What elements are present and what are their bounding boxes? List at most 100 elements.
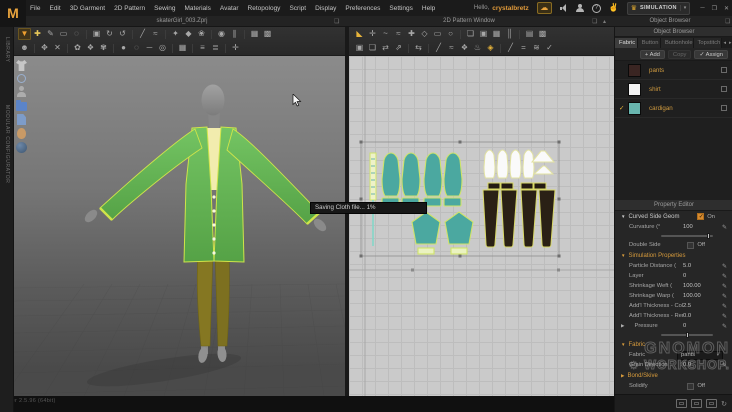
shirt-pieces[interactable] — [483, 149, 556, 179]
edit-sewing-tool-icon[interactable]: ╱ — [136, 28, 149, 40]
wind-tool-icon[interactable]: ❀ — [195, 28, 208, 40]
minimize-button[interactable]: ─ — [700, 5, 704, 12]
box-select-tool-icon[interactable]: ▭ — [57, 28, 70, 40]
property-value[interactable]: 5.0 — [683, 263, 717, 269]
menu-settings[interactable]: Settings — [389, 5, 413, 12]
expand-arrow-icon[interactable]: ▼ — [621, 342, 625, 347]
chevron-down-icon[interactable]: ▾ — [679, 5, 686, 11]
flatten-tool-icon[interactable]: ✾ — [97, 42, 110, 54]
avatar-icon[interactable] — [16, 86, 27, 97]
add-button[interactable]: + Add — [639, 49, 665, 59]
transform-pattern-tool-icon[interactable]: ◣ — [353, 28, 366, 40]
unfold-tool-icon[interactable]: ⇗ — [392, 42, 405, 54]
move-pattern-tool-icon[interactable]: ▣ — [90, 28, 103, 40]
pants-3d[interactable] — [196, 251, 230, 347]
spot-view-tool-icon[interactable]: ◎ — [156, 42, 169, 54]
ruler-b-tool-icon[interactable]: ≣ — [209, 42, 222, 54]
popout-icon[interactable]: ❏ — [725, 18, 730, 25]
property-section-fabric[interactable]: ▼ Fabric — [615, 339, 732, 350]
edit-pencil-icon[interactable]: ✎ — [717, 273, 727, 280]
search-icon[interactable] — [17, 74, 26, 83]
edit-pencil-icon[interactable]: ✎ — [717, 224, 727, 231]
checkbox[interactable] — [687, 382, 695, 390]
steam-tool-icon[interactable]: ♨ — [471, 42, 484, 54]
garment-icon[interactable] — [16, 60, 27, 71]
expand-arrow-icon[interactable]: ▼ — [621, 253, 625, 258]
select-move-tool-icon[interactable]: ✚ — [31, 28, 44, 40]
tab-modular-configurator[interactable]: MODULAR CONFIGURATOR — [4, 105, 10, 183]
tab-library[interactable]: LIBRARY — [4, 37, 10, 63]
menu-materials[interactable]: Materials — [185, 5, 211, 12]
fabric-swatch[interactable] — [628, 63, 641, 77]
circle-tool-icon[interactable]: ○ — [444, 28, 457, 40]
edit-curve-tool-icon[interactable]: ~ — [379, 28, 392, 40]
property-value[interactable]: 0 — [683, 273, 717, 279]
edit-pattern-tool-icon[interactable]: ✛ — [366, 28, 379, 40]
tab-button[interactable]: Button — [637, 38, 661, 48]
copy-pattern-tool-icon[interactable]: ❏ — [366, 42, 379, 54]
render-state-icon[interactable] — [721, 105, 727, 111]
property-value[interactable]: 100.00 — [683, 283, 717, 289]
add-point-tool-icon[interactable]: ✚ — [405, 28, 418, 40]
slider-knob[interactable] — [706, 233, 710, 239]
edit-sewing-2d-tool-icon[interactable]: ╱ — [432, 42, 445, 54]
solid-view-tool-icon[interactable]: ● — [117, 42, 130, 54]
viewport-3d[interactable] — [14, 56, 345, 396]
document-icon[interactable] — [17, 114, 26, 125]
fabric-dropdown[interactable]: pants ▾ — [677, 350, 723, 360]
edit-pencil-icon[interactable]: ✎ — [717, 323, 727, 330]
grid-b-tool-icon[interactable]: ▩ — [536, 28, 549, 40]
fabric-swatch[interactable] — [628, 101, 641, 115]
image-tool-icon[interactable]: ▦ — [490, 28, 503, 40]
tab-buttonhole[interactable]: Buttonhole — [660, 38, 694, 48]
fold-tool-icon[interactable]: ◆ — [182, 28, 195, 40]
property-value[interactable]: 0 — [683, 323, 717, 329]
menu-display[interactable]: Display — [315, 5, 336, 12]
flip-tool-icon[interactable]: ⇆ — [412, 42, 425, 54]
select-mesh-tool-icon[interactable]: ✎ — [44, 28, 57, 40]
rectangle-tool-icon[interactable]: ▭ — [431, 28, 444, 40]
cabinet-tool-icon[interactable]: ▦ — [176, 42, 189, 54]
cloud-sync-icon[interactable]: ☁ — [536, 2, 552, 14]
grid-a-tool-icon[interactable]: ▤ — [523, 28, 536, 40]
checkbox[interactable] — [687, 241, 695, 249]
topstitch-tool-icon[interactable]: = — [517, 42, 530, 54]
collapse-icon[interactable]: ▴ — [603, 18, 606, 25]
pose-a-tool-icon[interactable]: ✿ — [71, 42, 84, 54]
restore-button[interactable]: ❐ — [712, 5, 717, 12]
buttonhole-tool-icon[interactable]: ∥ — [228, 28, 241, 40]
popout-icon[interactable]: ❏ — [334, 18, 339, 25]
fabric-row-cardigan[interactable]: ✓ cardigan — [615, 99, 732, 118]
property-value[interactable]: 0.0 — [683, 313, 717, 319]
check-tool-icon[interactable]: ✓ — [543, 42, 556, 54]
tab-topstitch[interactable]: Topstitch — [693, 38, 722, 48]
menu-sewing[interactable]: Sewing — [154, 5, 175, 12]
menu-2d-pattern[interactable]: 2D Pattern — [114, 5, 145, 12]
refresh-icon[interactable]: ↻ — [721, 400, 727, 408]
sphere-icon[interactable] — [16, 142, 27, 153]
menu-3d-garment[interactable]: 3D Garment — [70, 5, 105, 12]
menu-avatar[interactable]: Avatar — [220, 5, 239, 12]
render-state-icon[interactable] — [721, 86, 727, 92]
pin-tool-icon[interactable]: ✦ — [169, 28, 182, 40]
seamline-tool-icon[interactable]: ╱ — [504, 42, 517, 54]
slider-track[interactable] — [661, 332, 713, 338]
user-icon[interactable] — [575, 3, 584, 13]
edit-pencil-icon[interactable]: ✎ — [717, 313, 727, 320]
trace-tool-icon[interactable]: ▣ — [477, 28, 490, 40]
tab-scroll-right-icon[interactable]: ▸ — [727, 38, 732, 48]
expand-arrow-icon[interactable]: ▶ — [621, 323, 624, 329]
edit-pencil-icon[interactable]: ✎ — [717, 283, 727, 290]
checkbox[interactable] — [697, 213, 705, 220]
pose-b-tool-icon[interactable]: ❖ — [84, 42, 97, 54]
reset-arrangement-tool-icon[interactable]: ↻ — [103, 28, 116, 40]
line-view-tool-icon[interactable]: ─ — [143, 42, 156, 54]
dart-tool-icon[interactable]: ❏ — [464, 28, 477, 40]
polygon-tool-icon[interactable]: ◇ — [418, 28, 431, 40]
layout-2-icon[interactable] — [691, 399, 703, 408]
slider-track[interactable] — [661, 233, 713, 239]
ruler-a-tool-icon[interactable]: ≡ — [196, 42, 209, 54]
simulation-button[interactable]: ♛ SIMULATION ▾ — [626, 1, 691, 15]
help-icon[interactable]: ? — [591, 3, 601, 13]
button-tool-icon[interactable]: ◉ — [215, 28, 228, 40]
